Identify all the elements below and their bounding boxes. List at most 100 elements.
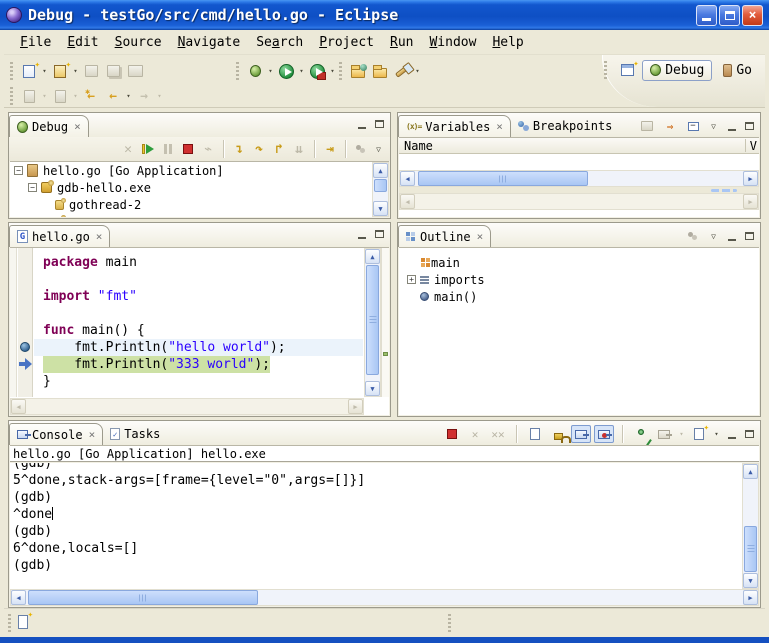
previous-annotation-dropdown[interactable]: ▾ [71, 92, 80, 100]
code-line[interactable] [43, 305, 363, 322]
tab-close-icon[interactable]: × [477, 230, 484, 243]
debug-extra-button[interactable] [351, 139, 371, 159]
pin-console-button[interactable] [631, 425, 651, 443]
detail-horizontal-scrollbar[interactable]: ◀ ▶ [399, 193, 759, 210]
view-minimize-button[interactable] [354, 227, 369, 241]
breakpoint-gutter-slot[interactable] [18, 339, 32, 356]
open-console-button[interactable]: ✦ [689, 425, 709, 443]
scroll-thumb[interactable] [28, 590, 258, 605]
tree-expander-icon[interactable]: + [407, 275, 416, 284]
breakpoint-icon[interactable] [20, 342, 30, 352]
scroll-up-button[interactable]: ▲ [743, 464, 758, 479]
scroll-lock-button[interactable] [548, 425, 568, 443]
console-terminate-button[interactable] [442, 425, 462, 443]
code-line[interactable]: import "fmt" [43, 288, 363, 305]
external-tools-button[interactable] [306, 60, 328, 82]
variables-column-header[interactable]: Name V [399, 137, 759, 154]
step-over-button[interactable]: ↷ [249, 139, 269, 159]
tree-expander-icon[interactable]: − [28, 183, 37, 192]
back-dropdown[interactable]: ▾ [124, 92, 133, 100]
display-selected-console-button[interactable] [654, 425, 674, 443]
tab-close-icon[interactable]: × [496, 120, 503, 133]
debug-tree-area[interactable]: −hello.go [Go Application]−gdb-hello.exe… [10, 161, 389, 217]
menu-source[interactable]: Source [107, 33, 170, 52]
tab-close-icon[interactable]: × [74, 120, 81, 133]
pointer-gutter-slot[interactable] [18, 356, 32, 373]
new-project-dropdown[interactable]: ▾ [71, 67, 80, 75]
save-all-button[interactable] [102, 60, 124, 82]
disconnect-button[interactable]: ⌁ [198, 139, 218, 159]
scroll-up-button[interactable]: ▲ [373, 163, 388, 178]
clear-console-button[interactable] [525, 425, 545, 443]
menu-file[interactable]: File [12, 33, 59, 52]
scroll-right-button[interactable]: ▶ [743, 171, 758, 186]
debug-tree-item[interactable]: gothread-2 [10, 196, 371, 213]
open-file-button[interactable] [369, 60, 391, 82]
remove-all-terminated-button[interactable]: ✕✕ [488, 425, 508, 443]
code-line[interactable]: } [43, 373, 363, 390]
menu-project[interactable]: Project [311, 33, 382, 52]
terminate-button[interactable] [178, 139, 198, 159]
view-maximize-button[interactable] [372, 227, 387, 241]
scroll-left-button[interactable]: ◀ [400, 171, 415, 186]
debug-tree-item[interactable]: −hello.go [Go Application] [10, 162, 371, 179]
tab-editor-hello-go[interactable]: G hello.go × [9, 225, 110, 247]
next-annotation-button[interactable] [18, 85, 40, 107]
debug-button[interactable] [244, 60, 266, 82]
use-step-filters-button[interactable]: ⇥ [320, 139, 340, 159]
print-button[interactable] [124, 60, 146, 82]
editor-left-ruler[interactable] [10, 248, 17, 397]
display-console-dropdown[interactable]: ▾ [677, 430, 686, 438]
view-menu-button[interactable]: ▽ [706, 119, 721, 133]
scroll-thumb[interactable] [418, 171, 588, 186]
tab-close-icon[interactable]: × [96, 230, 103, 243]
open-artifact-button[interactable] [347, 60, 369, 82]
detail-pane[interactable] [399, 210, 759, 217]
view-maximize-button[interactable] [742, 229, 757, 243]
view-maximize-button[interactable] [742, 427, 757, 441]
back-button[interactable]: ← [102, 85, 124, 107]
scroll-right-button[interactable]: ▶ [743, 194, 758, 209]
step-return-button[interactable]: ↱ [269, 139, 289, 159]
menu-run[interactable]: Run [382, 33, 421, 52]
open-perspective-button[interactable]: ✦ [616, 59, 638, 81]
run-button[interactable] [275, 60, 297, 82]
outline-extra-button[interactable] [683, 227, 703, 245]
tab-outline[interactable]: Outline × [398, 225, 491, 247]
last-edit-location-button[interactable]: ←✱ [80, 85, 102, 107]
scroll-down-button[interactable]: ▼ [365, 381, 380, 396]
view-menu-button[interactable]: ▽ [706, 229, 721, 243]
overview-annotation-mark[interactable] [383, 352, 388, 356]
suspend-button[interactable] [158, 139, 178, 159]
tab-close-icon[interactable]: × [89, 428, 96, 441]
window-maximize-button[interactable] [719, 5, 740, 26]
console-output-area[interactable]: (gdb)5^done,stack-args=[frame={level="0"… [10, 463, 742, 589]
view-minimize-button[interactable] [724, 427, 739, 441]
new-dropdown[interactable]: ▾ [40, 67, 49, 75]
scroll-right-button[interactable]: ▶ [348, 399, 363, 414]
column-divider[interactable] [745, 139, 746, 152]
outline-tree-item[interactable]: main() [399, 288, 759, 305]
editor-vertical-scrollbar[interactable]: ▲ ▼ [364, 248, 381, 397]
scroll-thumb[interactable] [744, 526, 757, 572]
scroll-up-button[interactable]: ▲ [365, 249, 380, 264]
menu-help[interactable]: Help [484, 33, 531, 52]
console-vertical-scrollbar[interactable]: ▲ ▼ [742, 463, 759, 589]
window-close-button[interactable]: × [742, 5, 763, 26]
new-button[interactable]: ✦ [18, 60, 40, 82]
code-line[interactable]: package main [43, 254, 363, 271]
run-dropdown[interactable]: ▾ [297, 67, 306, 75]
show-type-names-button[interactable] [637, 117, 657, 135]
window-minimize-button[interactable] [696, 5, 717, 26]
view-menu-button[interactable]: ▽ [371, 142, 386, 156]
forward-button[interactable]: → [133, 85, 155, 107]
menu-edit[interactable]: Edit [59, 33, 106, 52]
tree-expander-icon[interactable]: − [14, 166, 23, 175]
debug-vertical-scrollbar[interactable]: ▲ ▼ [372, 162, 389, 217]
show-logical-structure-button[interactable]: ⇒ [660, 117, 680, 135]
next-annotation-dropdown[interactable]: ▾ [40, 92, 49, 100]
tab-debug[interactable]: Debug × [9, 115, 89, 137]
search-button[interactable] [391, 60, 413, 82]
code-line[interactable]: fmt.Println("333 world"); [43, 356, 363, 373]
save-button[interactable] [80, 60, 102, 82]
